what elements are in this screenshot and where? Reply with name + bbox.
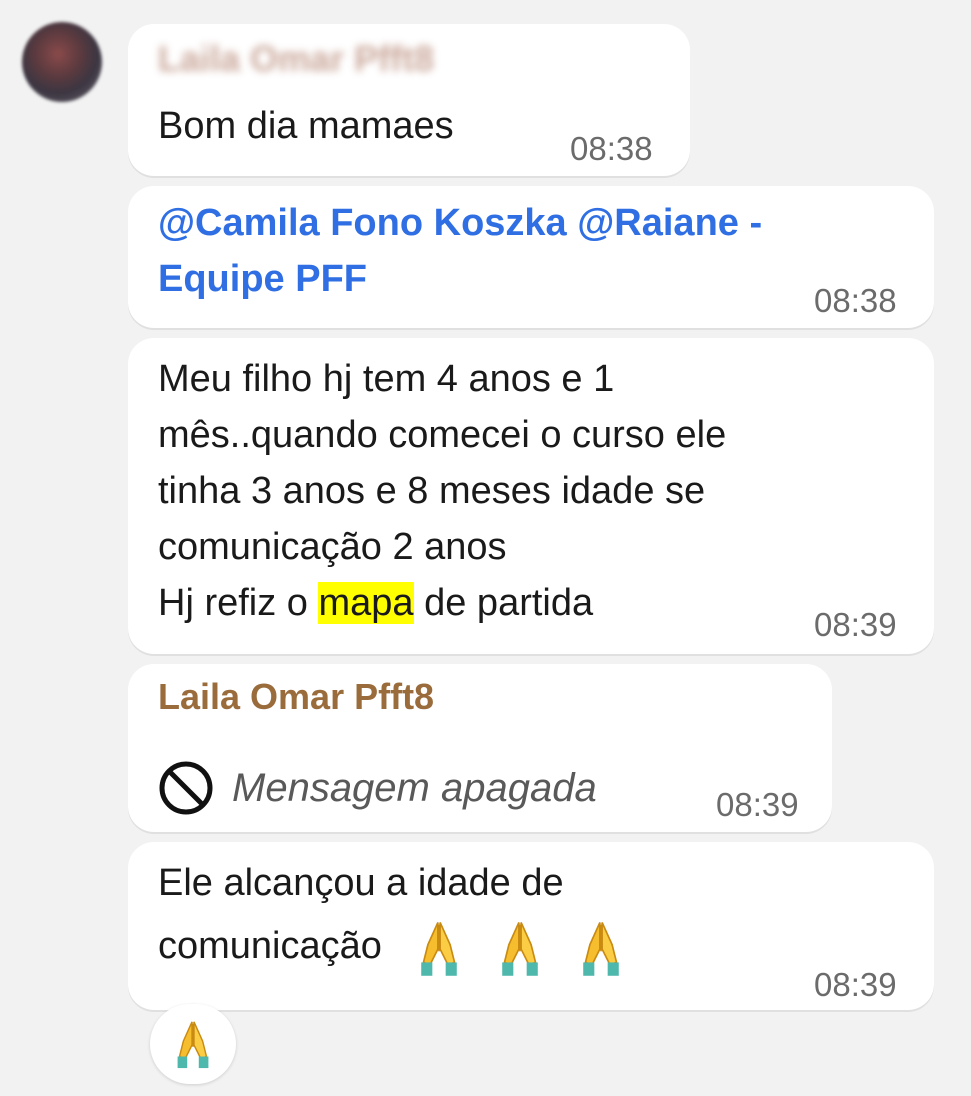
message-text-with-emoji: comunicação <box>158 918 626 978</box>
message-bubble[interactable]: Meu filho hj tem 4 anos e 1 mês..quando … <box>128 338 934 654</box>
message-bubble[interactable]: Laila Omar Pfft8 Bom dia mamaes 08:38 <box>128 24 690 176</box>
reaction-badge[interactable] <box>150 1004 236 1084</box>
message-time: 08:38 <box>814 282 897 319</box>
message-text: Ele alcançou a idade de <box>158 862 564 904</box>
message-bubble[interactable]: Ele alcançou a idade de comunicação 08:3… <box>128 842 934 1010</box>
folded-hands-emoji <box>173 1018 213 1070</box>
message-bubble[interactable]: @Camila Fono Koszka @Raiane - Equipe PFF… <box>128 186 934 328</box>
mention-text[interactable]: Equipe PFF <box>158 252 367 307</box>
deleted-message: Mensagem apagada <box>158 760 597 816</box>
message-text: Bom dia mamaes <box>158 105 454 147</box>
message-bubble[interactable]: Laila Omar Pfft8 Mensagem apagada 08:39 <box>128 664 832 832</box>
message-time: 08:39 <box>716 786 799 823</box>
message-time: 08:39 <box>814 606 897 643</box>
message-text: tinha 3 anos e 8 meses idade se <box>158 470 706 512</box>
mention-text[interactable]: @Camila Fono Koszka @Raiane - <box>158 196 762 251</box>
text-segment: de partida <box>413 582 594 624</box>
text-segment: comunicação <box>158 925 382 968</box>
folded-hands-emoji <box>414 918 464 978</box>
message-time: 08:38 <box>570 130 653 167</box>
message-time: 08:39 <box>814 966 897 1003</box>
text-segment: Hj refiz o <box>158 582 319 624</box>
deleted-text: Mensagem apagada <box>232 765 597 810</box>
search-highlight: mapa <box>318 582 414 624</box>
message-text-last-line: Hj refiz o mapa de partida <box>158 576 593 631</box>
sender-name[interactable]: Laila Omar Pfft8 <box>158 676 434 718</box>
no-entry-icon <box>159 761 213 815</box>
message-text: mês..quando comecei o curso ele <box>158 414 727 456</box>
message-text: comunicação 2 anos <box>158 526 507 568</box>
folded-hands-emoji <box>576 918 626 978</box>
sender-name[interactable]: Laila Omar Pfft8 <box>158 38 434 80</box>
message-text: Meu filho hj tem 4 anos e 1 <box>158 358 615 400</box>
avatar[interactable] <box>22 22 102 102</box>
folded-hands-emoji <box>495 918 545 978</box>
